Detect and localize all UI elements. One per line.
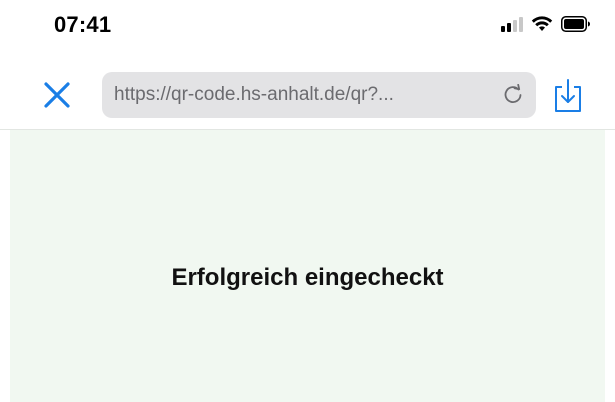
browser-toolbar: https://qr-code.hs-anhalt.de/qr?...	[0, 64, 615, 128]
wifi-icon	[531, 16, 553, 32]
status-icons	[501, 16, 591, 32]
close-icon	[44, 82, 70, 108]
battery-icon	[561, 16, 591, 32]
reload-button[interactable]	[502, 83, 524, 106]
checkin-success-message: Erfolgreich eingecheckt	[171, 264, 444, 291]
share-button[interactable]	[552, 76, 584, 114]
page-content: Erfolgreich eingecheckt	[10, 130, 605, 402]
signal-icon	[501, 16, 523, 32]
status-bar: 07:41	[0, 0, 615, 52]
url-bar[interactable]: https://qr-code.hs-anhalt.de/qr?...	[102, 72, 536, 118]
share-icon	[555, 79, 581, 112]
status-time: 07:41	[54, 12, 112, 37]
url-text: https://qr-code.hs-anhalt.de/qr?...	[114, 84, 394, 105]
reload-icon	[504, 83, 522, 103]
close-button[interactable]	[40, 78, 74, 112]
